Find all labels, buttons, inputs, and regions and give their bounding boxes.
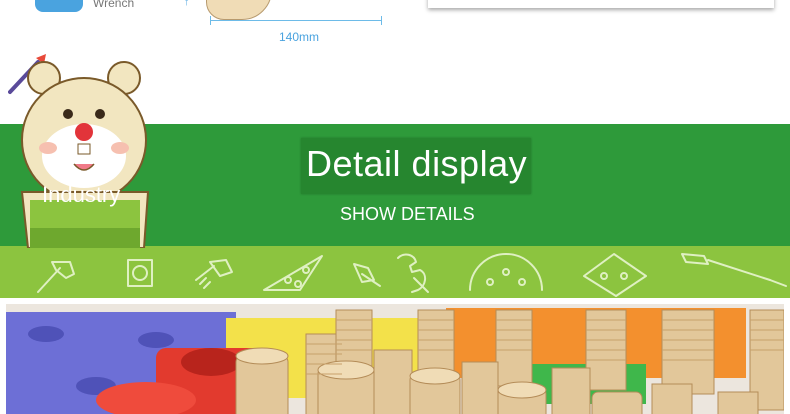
industry-label: Industry	[42, 182, 121, 207]
dimension-arrow-icon: ↑	[184, 0, 190, 8]
screw-icon	[353, 263, 381, 287]
round-plate-icon	[469, 253, 543, 291]
wooden-part-illustration	[206, 0, 272, 20]
hammer-icon	[37, 261, 75, 293]
hex-nut-icon	[127, 259, 153, 287]
tools-strip-art	[37, 253, 787, 297]
tool-label: Wrench	[93, 0, 135, 10]
bear-mascot	[8, 54, 150, 248]
bolt-icon	[195, 259, 233, 289]
product-card	[428, 0, 774, 8]
pegboard-photo	[6, 304, 784, 414]
screwdriver-icon	[681, 253, 787, 287]
tool-number-badge	[35, 0, 83, 12]
banner-subtitle: SHOW DETAILS	[340, 204, 475, 224]
wrench-icon	[397, 253, 429, 293]
tools-strip	[0, 246, 790, 298]
product-photo	[6, 304, 784, 414]
triangle-plate-icon	[263, 255, 323, 291]
diamond-plate-icon	[583, 253, 647, 297]
dimension-label: 140mm	[279, 30, 320, 44]
banner-title: Detail display	[306, 143, 528, 184]
dimension-line	[210, 16, 382, 25]
